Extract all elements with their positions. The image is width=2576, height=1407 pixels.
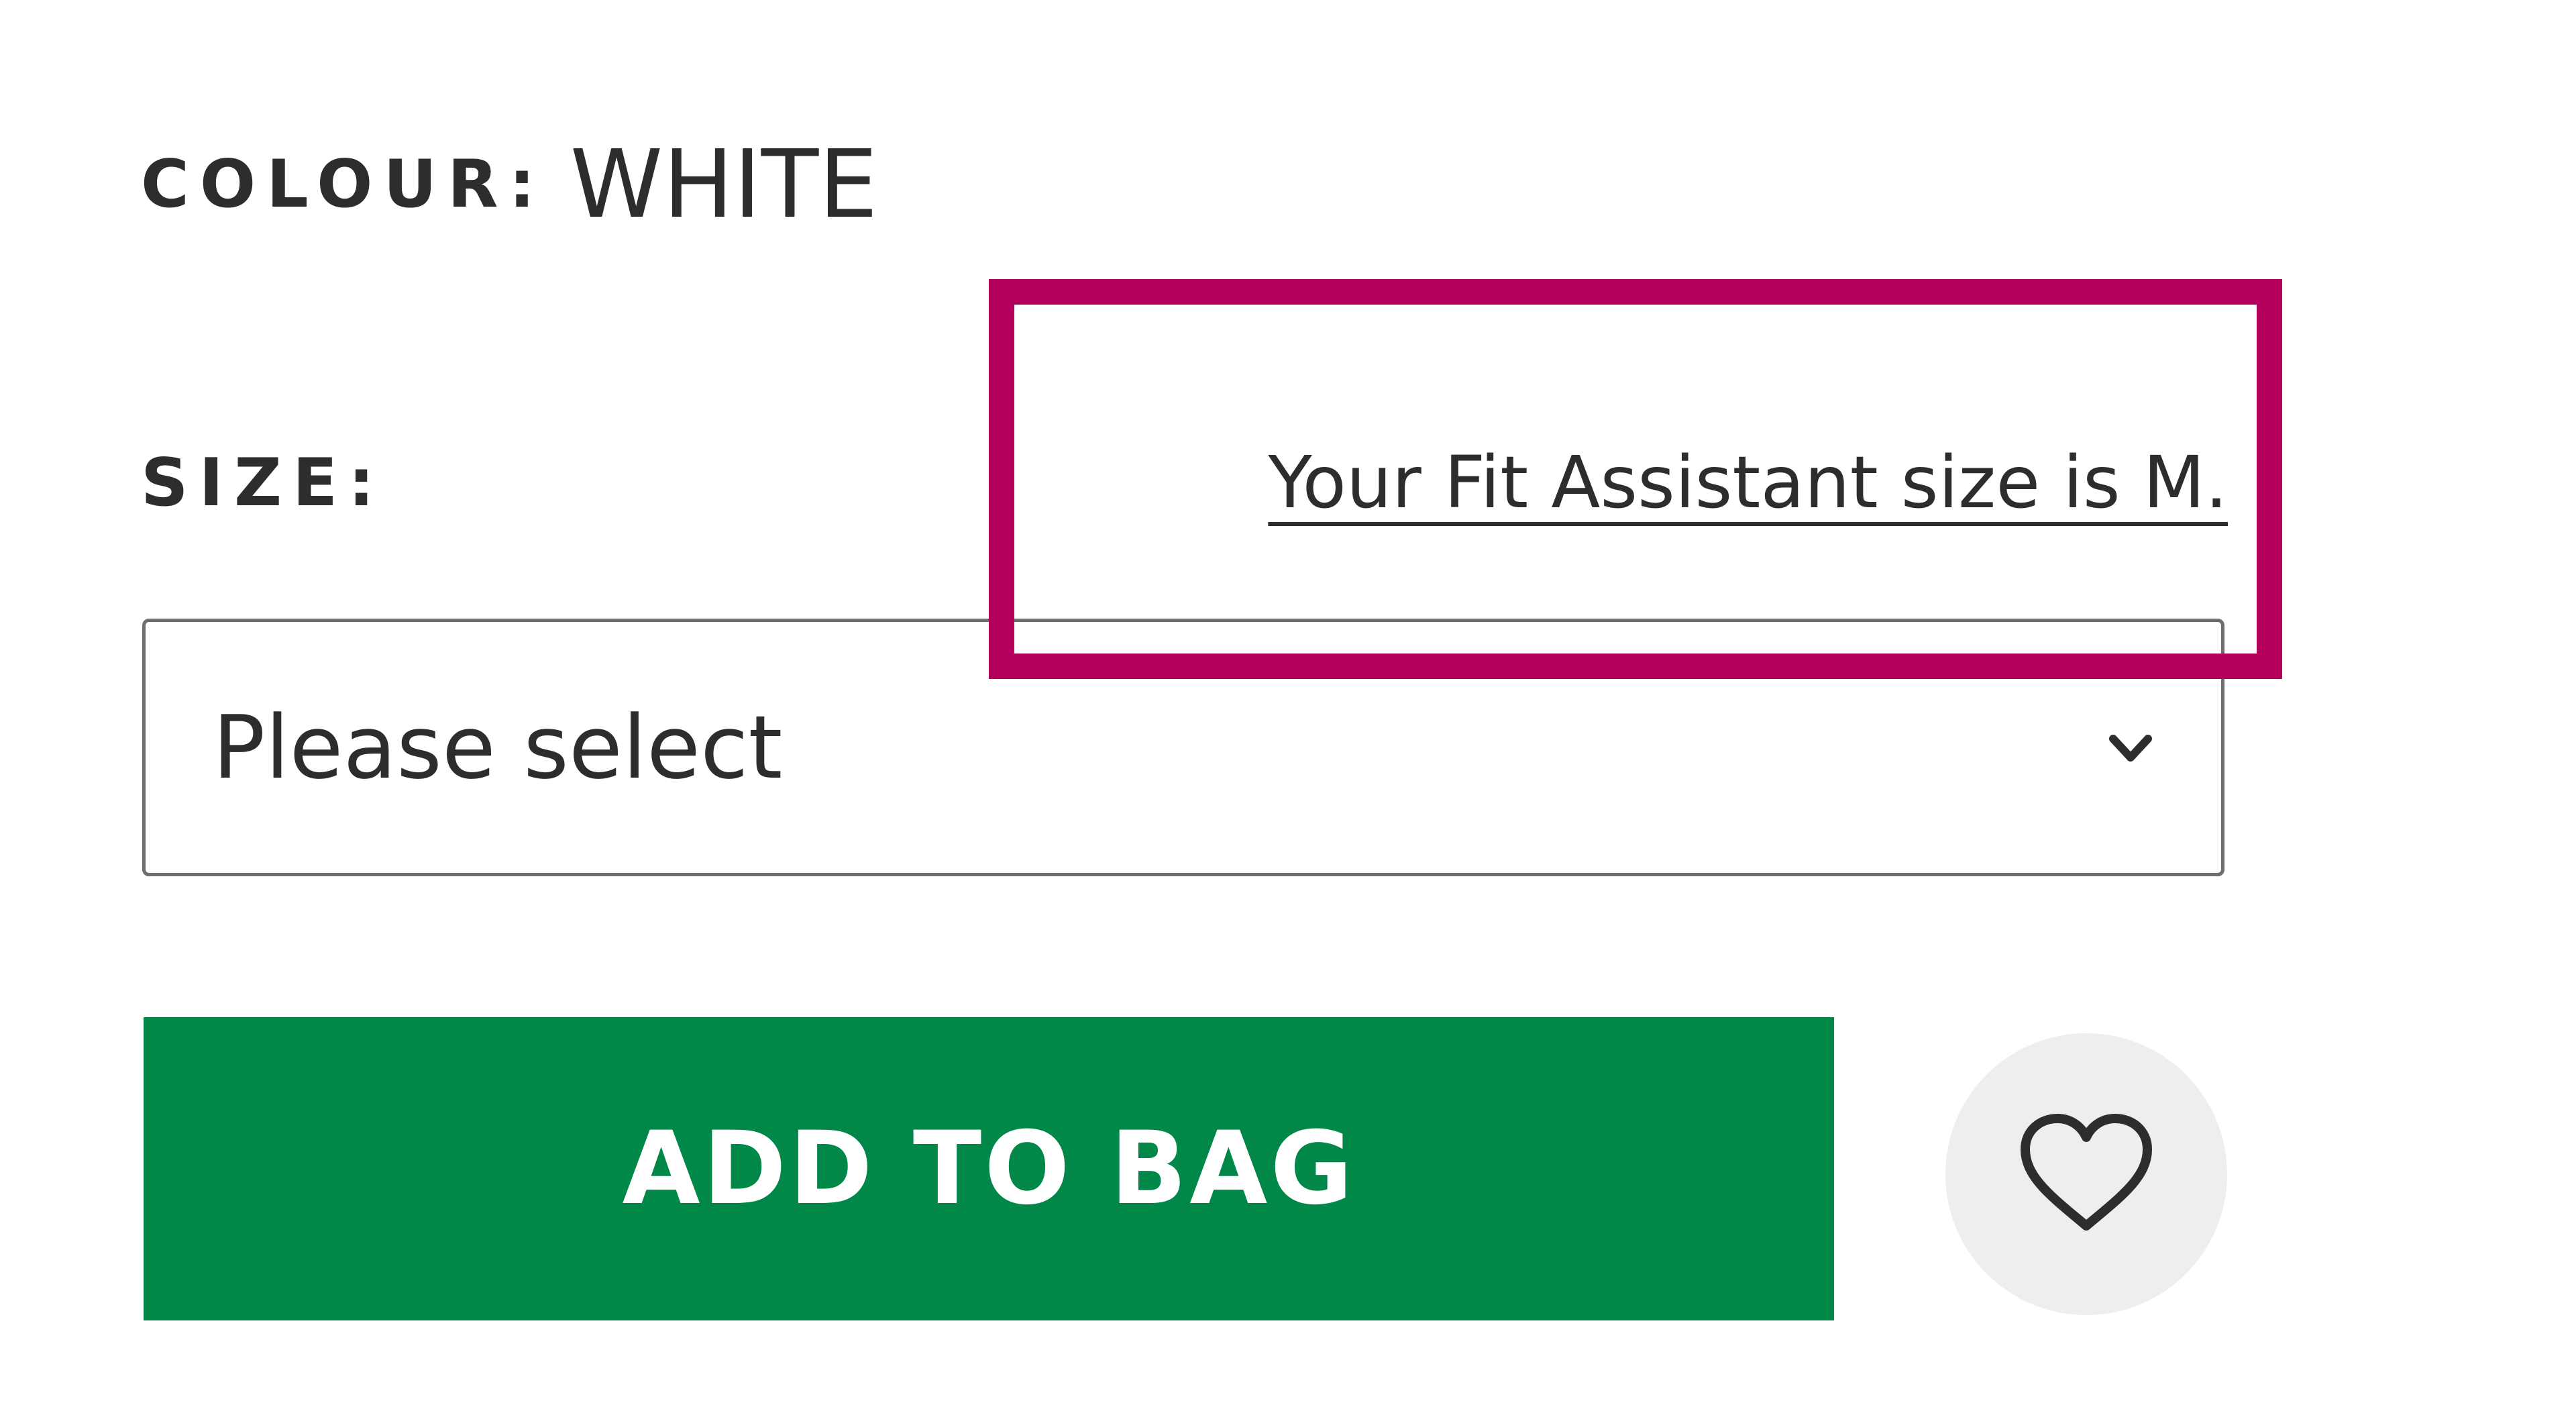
product-options-panel: COLOUR: WHITE SIZE: Your Fit Assistant s… [0, 0, 2576, 1407]
colour-value: WHITE [570, 129, 878, 240]
colour-label: COLOUR: [141, 146, 546, 223]
fit-assistant-link[interactable]: Your Fit Assistant size is M. [1268, 436, 2228, 530]
save-to-wishlist-button[interactable] [1945, 1033, 2227, 1315]
chevron-down-icon [2109, 735, 2152, 762]
heart-icon [2021, 1114, 2152, 1231]
size-select[interactable]: Please select [142, 619, 2224, 876]
size-select-value: Please select [213, 696, 783, 798]
colour-row: COLOUR: WHITE [141, 130, 878, 240]
size-label: SIZE: [141, 445, 386, 521]
add-to-bag-button[interactable]: ADD TO BAG [144, 1017, 1834, 1320]
